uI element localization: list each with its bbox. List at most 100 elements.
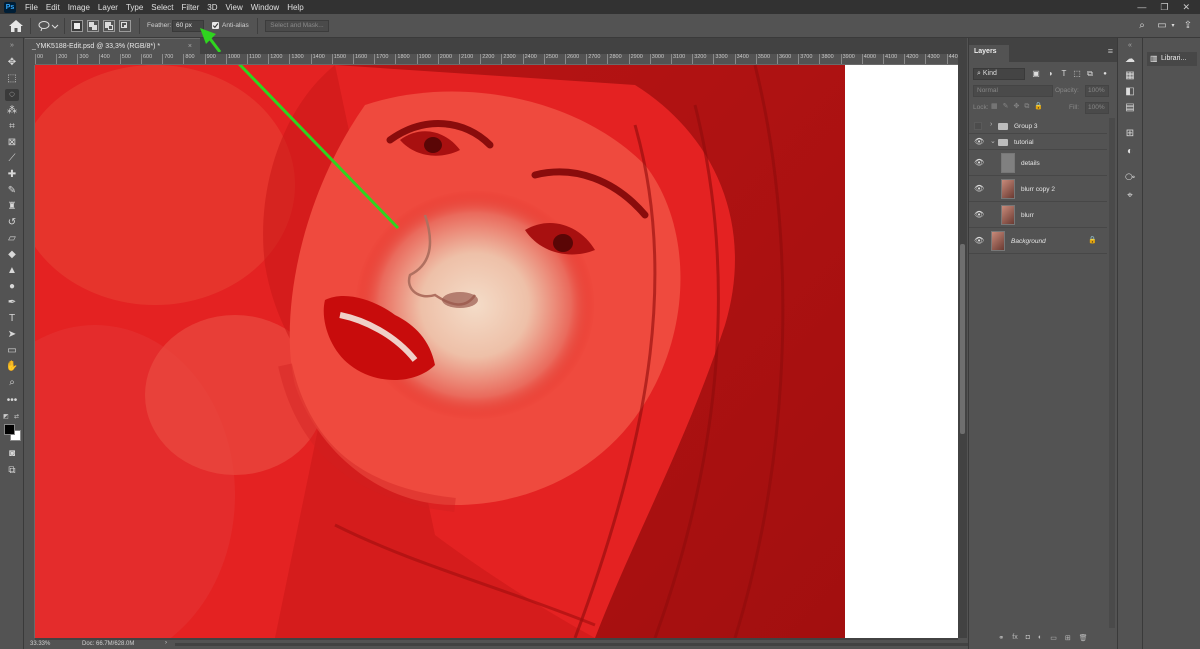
opacity-input[interactable]: 100%	[1085, 85, 1109, 97]
filter-shape-icon[interactable]: ⬚	[1072, 69, 1082, 79]
eye-icon[interactable]: 👁	[974, 236, 984, 246]
menu-window[interactable]: Window	[247, 3, 283, 12]
layer-row-blurr-copy-2[interactable]: 👁 blurr copy 2	[969, 176, 1107, 202]
filter-toggle-icon[interactable]: ●	[1100, 69, 1110, 79]
share-icon[interactable]: ⇪	[1182, 20, 1194, 32]
filter-smart-object-icon[interactable]: ⧉	[1085, 69, 1095, 79]
healing-brush-tool-icon[interactable]: ✚	[5, 169, 19, 181]
default-colors-icon[interactable]: ◩	[3, 413, 9, 420]
link-icon[interactable]: ⚭	[998, 634, 1004, 647]
lock-options-icons[interactable]: ▦✎✥⧉🔒	[991, 102, 1048, 111]
foreground-color-swatch[interactable]	[4, 424, 15, 435]
patterns-icon[interactable]: ▤	[1124, 102, 1136, 114]
restore-button[interactable]: ❐	[1160, 2, 1168, 13]
zoom-tool-icon[interactable]: ⌕	[5, 377, 19, 389]
tab-libraries[interactable]: ▥ Librari...	[1147, 52, 1197, 66]
brush-tool-icon[interactable]: ✎	[5, 185, 19, 197]
status-menu-arrow-icon[interactable]: ›	[165, 640, 167, 646]
gradients-icon[interactable]: ◧	[1124, 86, 1136, 98]
vertical-scrollbar[interactable]	[958, 54, 967, 638]
paint-bucket-tool-icon[interactable]: ◆	[5, 249, 19, 261]
frame-tool-icon[interactable]: ⊠	[5, 137, 19, 149]
filter-adjustment-icon[interactable]: ◑	[1045, 69, 1055, 79]
lasso-tool-icon[interactable]: ◌	[5, 89, 19, 101]
type-tool-icon[interactable]: T	[5, 313, 19, 325]
rectangle-tool-icon[interactable]: ▭	[5, 345, 19, 357]
dodge-tool-icon[interactable]: ●	[5, 281, 19, 293]
eye-icon[interactable]: 👁	[974, 158, 984, 168]
home-icon[interactable]	[8, 19, 24, 33]
search-icon[interactable]: ⌕	[1136, 20, 1148, 32]
layers-scrollbar[interactable]	[1109, 118, 1115, 628]
properties-icon[interactable]: ⊞	[1124, 128, 1136, 140]
chevron-down-icon[interactable]: ⌄	[990, 137, 996, 145]
move-tool-icon[interactable]: ✥	[5, 57, 19, 69]
layer-row-group-3[interactable]: › Group 3	[969, 118, 1107, 134]
path-selection-tool-icon[interactable]: ➤	[5, 329, 19, 341]
select-and-mask-button[interactable]: Select and Mask...	[265, 20, 329, 32]
eye-icon[interactable]: 👁	[974, 184, 984, 194]
close-button[interactable]: ✕	[1182, 2, 1190, 13]
swap-colors-icon[interactable]: ⇄	[14, 413, 19, 420]
document-image[interactable]	[35, 65, 845, 638]
clone-stamp-tool-icon[interactable]: ♜	[5, 201, 19, 213]
paths-icon[interactable]: ⌖	[1124, 190, 1136, 202]
layer-row-tutorial[interactable]: 👁 ⌄ tutorial	[969, 134, 1107, 150]
filter-type-icon[interactable]: T	[1059, 69, 1069, 79]
status-scrollbar[interactable]	[175, 643, 970, 646]
chevron-right-icon[interactable]: ›	[990, 121, 992, 128]
menu-layer[interactable]: Layer	[94, 3, 122, 12]
menu-image[interactable]: Image	[64, 3, 94, 12]
more-tools-icon[interactable]: •••	[5, 395, 19, 407]
hand-tool-icon[interactable]: ✋	[5, 361, 19, 373]
mask-icon[interactable]: ◘	[1026, 634, 1030, 647]
menu-file[interactable]: File	[21, 3, 42, 12]
dock-collapse-icon[interactable]: «	[1124, 40, 1136, 52]
blur-tool-icon[interactable]: ▲	[5, 265, 19, 277]
panel-menu-icon[interactable]: ≡	[1108, 46, 1113, 56]
chevron-down-icon[interactable]: ▾	[1167, 20, 1179, 32]
marquee-tool-icon[interactable]: ⬚	[5, 73, 19, 85]
adjustments-icon[interactable]: ◐	[1124, 146, 1136, 158]
swatches-icon[interactable]: ▦	[1124, 70, 1136, 82]
canvas-area[interactable]	[35, 65, 958, 638]
fill-input[interactable]: 100%	[1085, 102, 1109, 114]
quick-mask-icon[interactable]: ◙	[5, 448, 19, 460]
fx-icon[interactable]: fx	[1012, 634, 1017, 647]
pen-tool-icon[interactable]: ✒	[5, 297, 19, 309]
layer-row-blurr[interactable]: 👁 blurr	[969, 202, 1107, 228]
blend-mode-select[interactable]: Normal	[973, 85, 1053, 97]
screen-mode-icon[interactable]: ⧉	[5, 465, 19, 477]
new-layer-icon[interactable]: ⊞	[1065, 634, 1071, 647]
layer-row-background[interactable]: 👁 Background 🔒	[969, 228, 1107, 254]
subtract-from-selection-icon[interactable]	[103, 20, 115, 32]
folder-icon[interactable]: ▭	[1050, 634, 1057, 647]
menu-filter[interactable]: Filter	[178, 3, 204, 12]
visibility-toggle[interactable]	[974, 122, 982, 130]
menu-edit[interactable]: Edit	[42, 3, 64, 12]
crop-tool-icon[interactable]: ⌗	[5, 121, 19, 133]
adjustment-icon[interactable]: ◐	[1038, 634, 1042, 647]
eye-icon[interactable]: 👁	[974, 137, 984, 147]
toolbar-collapse-icon[interactable]: »	[5, 40, 19, 52]
channels-icon[interactable]: ⧂	[1124, 172, 1136, 184]
magic-wand-tool-icon[interactable]: ⁂	[5, 105, 19, 117]
eye-icon[interactable]: 👁	[974, 210, 984, 220]
intersect-with-selection-icon[interactable]	[119, 20, 131, 32]
minimize-button[interactable]: —	[1137, 2, 1146, 13]
layer-row-details[interactable]: 👁 details	[969, 150, 1107, 176]
add-to-selection-icon[interactable]	[87, 20, 99, 32]
menu-type[interactable]: Type	[122, 3, 147, 12]
trash-icon[interactable]: 🗑	[1079, 634, 1088, 647]
new-selection-icon[interactable]	[71, 20, 83, 32]
menu-3d[interactable]: 3D	[203, 3, 221, 12]
filter-pixel-icon[interactable]: ▣	[1031, 69, 1041, 79]
filter-kind-select[interactable]: ⌕ Kind	[973, 68, 1025, 80]
history-brush-tool-icon[interactable]: ↺	[5, 217, 19, 229]
lasso-tool-preset-icon[interactable]	[37, 20, 59, 32]
scrollbar-thumb[interactable]	[960, 244, 965, 434]
learn-icon[interactable]: ☁	[1124, 54, 1136, 66]
tab-layers[interactable]: Layers	[969, 45, 1009, 62]
eyedropper-tool-icon[interactable]: ⟋	[5, 153, 19, 165]
zoom-level[interactable]: 33.33%	[30, 641, 50, 647]
